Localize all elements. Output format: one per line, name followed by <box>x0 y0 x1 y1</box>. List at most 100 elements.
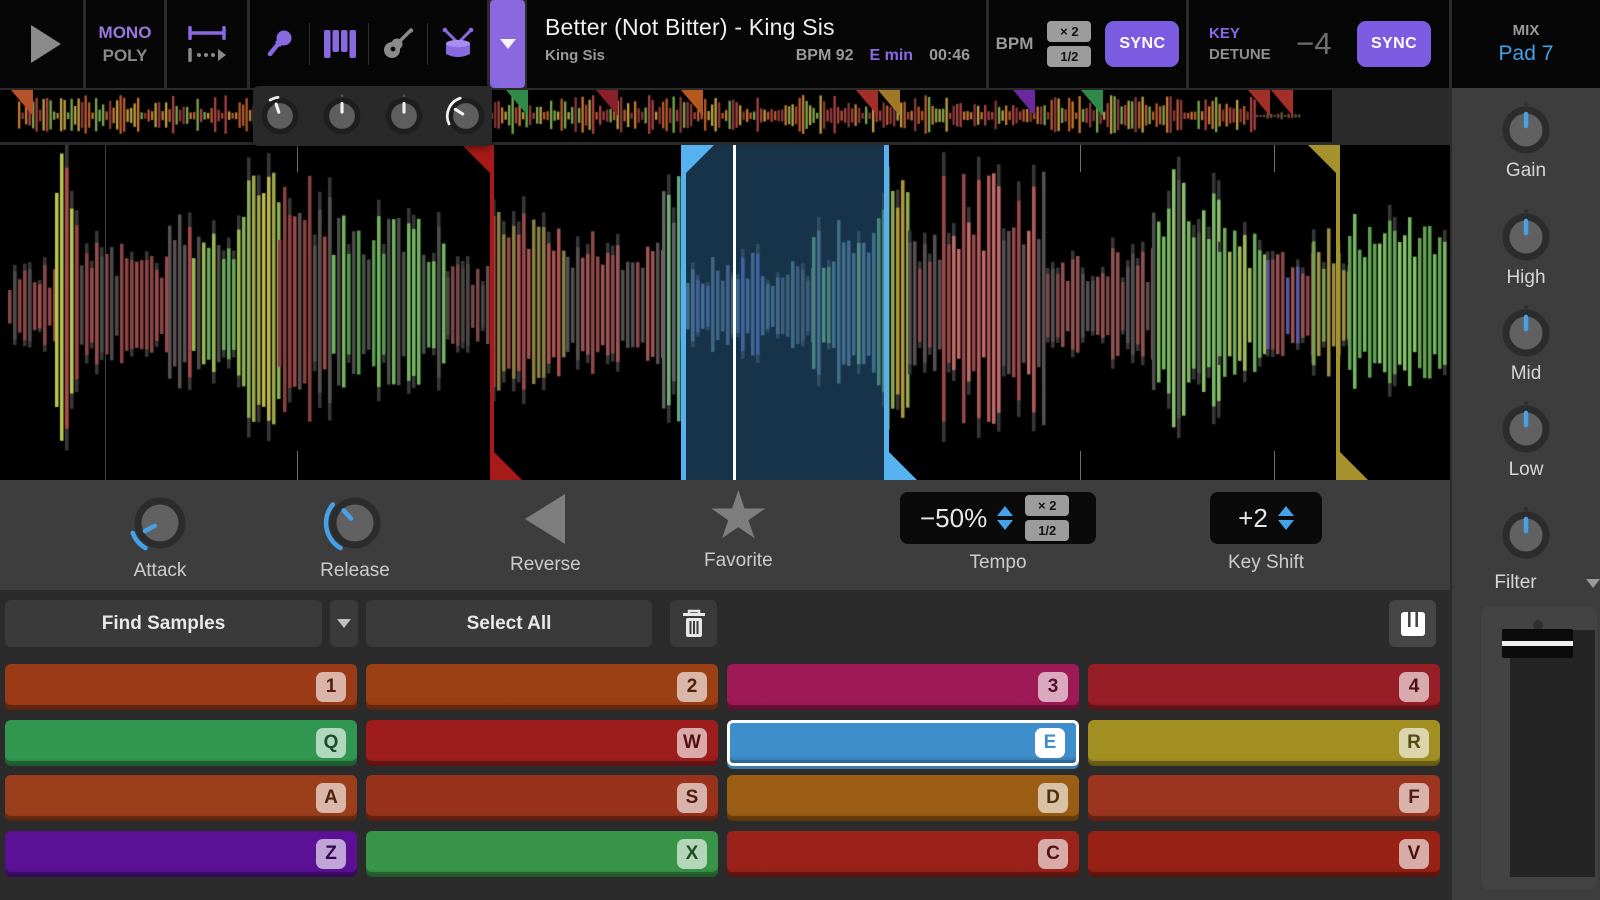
detune-value[interactable]: −4 <box>1296 26 1331 62</box>
sample-pad-c[interactable]: C <box>727 831 1079 877</box>
reverse-label: Reverse <box>510 554 581 576</box>
mono-poly-toggle[interactable]: MONO POLY <box>86 0 164 88</box>
loop-mode-toggle[interactable] <box>167 0 247 88</box>
filter-knob[interactable] <box>1496 505 1556 565</box>
low-label: Low <box>1452 459 1600 481</box>
tab-mic[interactable] <box>250 0 309 88</box>
mixer-sidebar: MIX Pad 7 Gain High M <box>1452 0 1600 900</box>
selection-right-edge[interactable] <box>884 145 889 480</box>
selection-region[interactable] <box>686 145 884 480</box>
sample-pad-2[interactable]: 2 <box>366 664 718 710</box>
pad-key-badge: 3 <box>1038 672 1068 702</box>
sample-pad-r[interactable]: R <box>1088 720 1440 766</box>
key-shift-label: Key Shift <box>1228 552 1304 574</box>
track-info-panel[interactable]: Better (Not Bitter) - King Sis King Sis … <box>527 0 986 88</box>
keyboard-mode-button[interactable] <box>1389 600 1436 647</box>
track-key: E min <box>870 47 914 65</box>
sample-pad-a[interactable]: A <box>5 775 357 821</box>
fx-knob-4[interactable] <box>441 91 491 141</box>
bar-tick <box>1274 145 1275 172</box>
attack-control: Attack <box>125 488 195 582</box>
guitar-icon <box>381 27 415 61</box>
bpm-x2-button[interactable]: × 2 <box>1047 21 1091 42</box>
tab-guitar[interactable] <box>369 0 428 88</box>
sample-pad-z[interactable]: Z <box>5 831 357 877</box>
play-button[interactable] <box>0 0 83 88</box>
sample-pad-4[interactable]: 4 <box>1088 664 1440 710</box>
fx-knob-1[interactable] <box>255 91 305 141</box>
chevron-down-icon <box>500 39 516 49</box>
start-cue-line[interactable] <box>490 145 494 480</box>
sample-pad-d[interactable]: D <box>727 775 1079 821</box>
find-samples-dropdown-button[interactable] <box>330 600 358 647</box>
fader-handle-stripe <box>1502 641 1573 646</box>
playhead[interactable] <box>733 145 736 480</box>
fx-knob-2[interactable] <box>317 91 367 141</box>
find-samples-button[interactable]: Find Samples <box>5 600 322 647</box>
key-shift-up-arrow[interactable] <box>1278 506 1294 516</box>
gain-knob[interactable] <box>1496 100 1556 160</box>
key-shift-value-box[interactable]: +2 <box>1210 492 1322 544</box>
main-waveform[interactable] <box>0 145 1450 480</box>
low-knob[interactable] <box>1496 399 1556 459</box>
sample-pad-e[interactable]: E <box>727 720 1079 766</box>
attack-knob[interactable] <box>125 488 195 558</box>
delete-button[interactable] <box>670 600 717 647</box>
tempo-value-box[interactable]: −50% × 2 1/2 <box>900 492 1096 544</box>
mid-label: Mid <box>1452 363 1600 385</box>
reverse-button[interactable] <box>525 494 565 544</box>
pad-key-badge: C <box>1038 839 1068 869</box>
bpm-half-button[interactable]: 1/2 <box>1047 46 1091 67</box>
bpm-sync-button[interactable]: SYNC <box>1105 21 1179 67</box>
end-cue-line[interactable] <box>1336 145 1340 480</box>
instrument-dropdown-button[interactable] <box>490 0 525 88</box>
sample-pad-f[interactable]: F <box>1088 775 1440 821</box>
pad-key-badge: 2 <box>677 672 707 702</box>
trash-icon <box>681 609 707 639</box>
poly-label[interactable]: POLY <box>103 46 148 66</box>
attack-label: Attack <box>134 560 187 582</box>
sample-pad-1[interactable]: 1 <box>5 664 357 710</box>
filter-label: Filter <box>1452 572 1579 594</box>
tempo-stepper <box>997 506 1013 530</box>
sample-pad-q[interactable]: Q <box>5 720 357 766</box>
pad-key-badge: 4 <box>1399 672 1429 702</box>
overview-waveform-canvas[interactable] <box>0 90 1332 142</box>
favorite-star-button[interactable] <box>710 490 766 543</box>
sample-pad-v[interactable]: V <box>1088 831 1440 877</box>
fader-handle[interactable] <box>1502 629 1573 658</box>
reverse-control: Reverse <box>510 486 581 576</box>
fader-track[interactable] <box>1540 630 1595 877</box>
selection-left-edge[interactable] <box>681 145 686 480</box>
instrument-tabs <box>250 0 487 88</box>
release-knob[interactable] <box>320 488 390 558</box>
high-label: High <box>1452 267 1600 289</box>
tempo-x2-button[interactable]: × 2 <box>1025 495 1069 516</box>
tempo-half-button[interactable]: 1/2 <box>1025 520 1069 541</box>
pad-key-badge: S <box>677 783 707 813</box>
tab-keys[interactable] <box>309 0 368 88</box>
one-shot-icon <box>187 48 227 62</box>
overview-waveform[interactable] <box>0 90 1332 142</box>
sample-pad-3[interactable]: 3 <box>727 664 1079 710</box>
mix-header[interactable]: MIX Pad 7 <box>1452 0 1600 88</box>
favorite-label: Favorite <box>704 550 773 572</box>
filter-selector[interactable]: Filter <box>1452 572 1600 594</box>
sample-pad-x[interactable]: X <box>366 831 718 877</box>
tempo-down-arrow[interactable] <box>997 520 1013 530</box>
detune-label: DETUNE <box>1209 46 1271 63</box>
sample-pad-s[interactable]: S <box>366 775 718 821</box>
select-all-button[interactable]: Select All <box>366 600 652 647</box>
sample-pad-w[interactable]: W <box>366 720 718 766</box>
high-knob[interactable] <box>1496 207 1556 267</box>
tempo-up-arrow[interactable] <box>997 506 1013 516</box>
key-sync-button[interactable]: SYNC <box>1357 21 1431 67</box>
tab-drums[interactable] <box>428 0 487 88</box>
mono-label[interactable]: MONO <box>99 23 152 43</box>
mid-knob[interactable] <box>1496 303 1556 363</box>
gain-label: Gain <box>1452 160 1600 182</box>
pad-key-badge: D <box>1038 783 1068 813</box>
key-shift-down-arrow[interactable] <box>1278 520 1294 530</box>
fx-knob-3[interactable] <box>379 91 429 141</box>
sample-controls-panel: Attack Release Reverse Favorite −50% <box>0 480 1450 590</box>
